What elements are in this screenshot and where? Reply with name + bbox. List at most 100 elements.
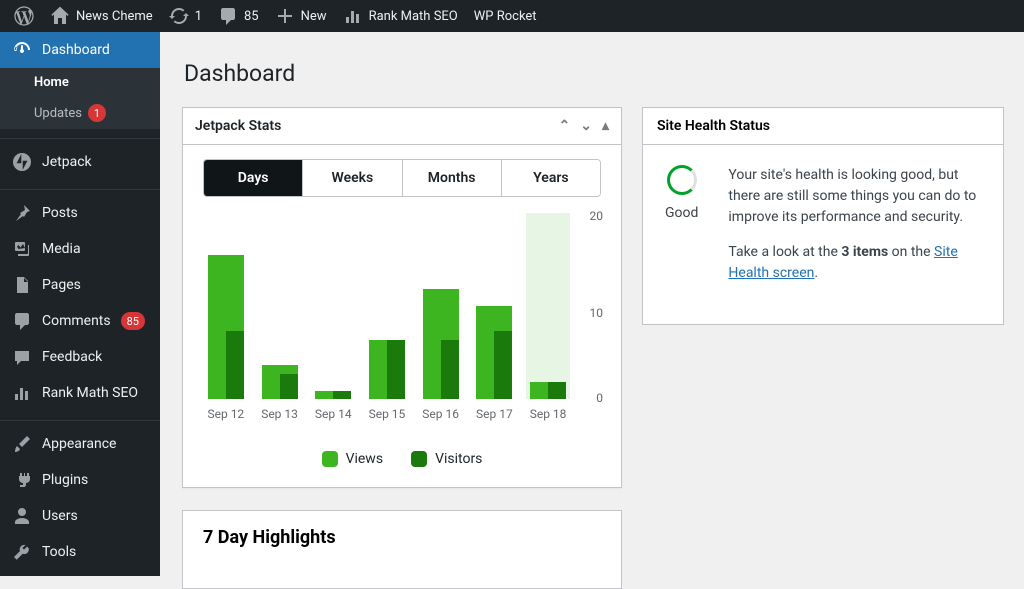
- dashboard-submenu: Home Updates 1: [0, 68, 160, 129]
- site-name: News Cheme: [76, 9, 153, 24]
- x-axis-label: Sep 18: [526, 407, 570, 421]
- menu-separator: [0, 416, 160, 421]
- main-content: Dashboard Jetpack Stats ⌃ ⌄ ▴ Days Weeks: [160, 32, 1024, 576]
- x-axis-label: Sep 17: [472, 407, 516, 421]
- menu-jetpack[interactable]: Jetpack: [0, 144, 160, 180]
- jetpack-stats-box: Jetpack Stats ⌃ ⌄ ▴ Days Weeks Months Ye…: [182, 107, 622, 488]
- updates-link[interactable]: 1: [161, 0, 210, 32]
- bar-group[interactable]: [204, 213, 248, 399]
- menu-separator: [0, 134, 160, 139]
- wordpress-icon: [14, 6, 34, 26]
- site-health-header: Site Health Status: [643, 108, 1003, 145]
- wprocket-label: WP Rocket: [474, 9, 537, 24]
- health-status-label: Good: [665, 205, 698, 221]
- bar-visitors: [441, 340, 459, 399]
- dashboard-icon: [12, 40, 32, 60]
- menu-tools[interactable]: Tools: [0, 534, 160, 570]
- menu-dashboard-label: Dashboard: [42, 42, 110, 58]
- toggle-icon[interactable]: ▴: [602, 118, 609, 134]
- menu-separator: [0, 185, 160, 190]
- menu-users[interactable]: Users: [0, 498, 160, 534]
- menu-media[interactable]: Media: [0, 231, 160, 267]
- submenu-home[interactable]: Home: [0, 68, 160, 97]
- bar-group[interactable]: [472, 213, 516, 399]
- submenu-updates[interactable]: Updates 1: [0, 97, 160, 129]
- bar-visitors: [548, 382, 566, 399]
- home-icon: [50, 6, 70, 26]
- bar-visitors: [333, 391, 351, 399]
- bar-group[interactable]: [419, 213, 463, 399]
- update-icon: [169, 6, 189, 26]
- bar-visitors: [387, 340, 405, 399]
- comment-icon: [12, 311, 32, 331]
- admin-toolbar: News Cheme 1 85 New Rank Math SEO WP Roc…: [0, 0, 1024, 32]
- chart-y-axis: 20 10 0: [581, 213, 605, 399]
- rankmath-label: Rank Math SEO: [369, 9, 458, 24]
- tab-days[interactable]: Days: [204, 160, 302, 196]
- tab-months[interactable]: Months: [402, 160, 501, 196]
- stats-period-tabs: Days Weeks Months Years: [203, 159, 601, 197]
- bar-group[interactable]: [365, 213, 409, 399]
- new-label: New: [301, 9, 327, 24]
- wp-logo[interactable]: [6, 0, 42, 32]
- move-down-icon[interactable]: ⌄: [580, 118, 592, 134]
- x-axis-label: Sep 13: [258, 407, 302, 421]
- menu-pages[interactable]: Pages: [0, 267, 160, 303]
- menu-comments[interactable]: Comments 85: [0, 303, 160, 339]
- wprocket-link[interactable]: WP Rocket: [466, 0, 545, 32]
- chart-legend: Views Visitors: [199, 443, 605, 467]
- move-up-icon[interactable]: ⌃: [559, 118, 571, 134]
- x-axis-label: Sep 12: [204, 407, 248, 421]
- menu-jetpack-label: Jetpack: [42, 154, 92, 170]
- menu-appearance[interactable]: Appearance: [0, 426, 160, 462]
- bar-visitors: [280, 374, 298, 399]
- comments-badge: 85: [121, 312, 145, 330]
- comments-icon: [218, 6, 238, 26]
- stats-chart: 20 10 0 Sep 12 Sep 13 Sep 14 Sep 15 Sep 16 Se…: [199, 213, 605, 443]
- bar-visitors: [226, 331, 244, 399]
- seven-day-highlights-box: 7 Day Highlights: [182, 510, 622, 589]
- menu-plugins[interactable]: Plugins: [0, 462, 160, 498]
- rankmath-link[interactable]: Rank Math SEO: [335, 0, 466, 32]
- box-controls: ⌃ ⌄ ▴: [559, 118, 610, 134]
- x-axis-label: Sep 16: [419, 407, 463, 421]
- tab-weeks[interactable]: Weeks: [302, 160, 401, 196]
- x-axis-label: Sep 15: [365, 407, 409, 421]
- rankmath-icon: [12, 383, 32, 403]
- jetpack-stats-header: Jetpack Stats ⌃ ⌄ ▴: [183, 108, 621, 145]
- comments-link[interactable]: 85: [210, 0, 267, 32]
- comments-count: 85: [244, 9, 259, 24]
- bar-visitors: [494, 331, 512, 399]
- updates-count: 1: [195, 9, 202, 24]
- menu-dashboard[interactable]: Dashboard: [0, 32, 160, 68]
- jetpack-icon: [12, 152, 32, 172]
- brush-icon: [12, 434, 32, 454]
- health-indicator: Good: [665, 165, 698, 298]
- page-title: Dashboard: [184, 60, 1004, 87]
- site-name-link[interactable]: News Cheme: [42, 0, 161, 32]
- page-icon: [12, 275, 32, 295]
- media-icon: [12, 239, 32, 259]
- bar-group[interactable]: [311, 213, 355, 399]
- bar-group[interactable]: [526, 213, 570, 399]
- menu-feedback[interactable]: Feedback: [0, 339, 160, 375]
- legend-visitors: Visitors: [411, 451, 482, 467]
- menu-rankmath[interactable]: Rank Math SEO: [0, 375, 160, 411]
- wrench-icon: [12, 542, 32, 562]
- user-icon: [12, 506, 32, 526]
- chart-icon: [343, 6, 363, 26]
- plus-icon: [275, 6, 295, 26]
- x-axis-label: Sep 14: [311, 407, 355, 421]
- health-text: Your site's health is looking good, but …: [728, 165, 981, 298]
- health-circle-icon: [667, 165, 697, 195]
- tab-years[interactable]: Years: [501, 160, 600, 196]
- bar-group[interactable]: [258, 213, 302, 399]
- feedback-icon: [12, 347, 32, 367]
- new-content-link[interactable]: New: [267, 0, 335, 32]
- pin-icon: [12, 203, 32, 223]
- updates-badge: 1: [88, 104, 106, 122]
- plug-icon: [12, 470, 32, 490]
- menu-posts[interactable]: Posts: [0, 195, 160, 231]
- highlights-title: 7 Day Highlights: [203, 527, 601, 548]
- site-health-box: Site Health Status Good Your site's heal…: [642, 107, 1004, 325]
